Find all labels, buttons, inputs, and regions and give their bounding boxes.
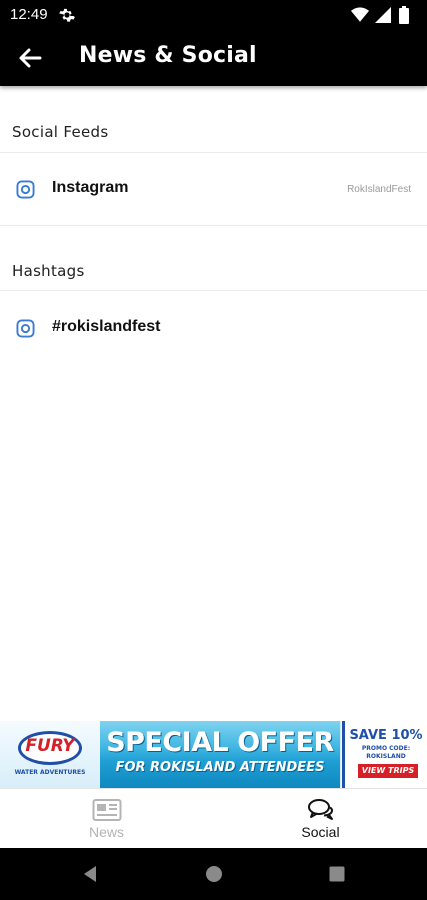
- status-time: 12:49: [10, 6, 48, 23]
- social-feed-row-instagram[interactable]: Instagram RokIslandFest: [0, 153, 427, 225]
- hashtag-row-rokislandfest[interactable]: #rokislandfest: [0, 292, 427, 364]
- tab-social[interactable]: Social: [214, 789, 427, 849]
- social-feed-handle: RokIslandFest: [347, 184, 411, 195]
- ad-headline: SPECIAL OFFER: [106, 727, 334, 758]
- social-feed-label: Instagram: [52, 179, 129, 196]
- home-circle-icon[interactable]: [204, 864, 224, 884]
- ad-brand: FURY: [25, 736, 75, 756]
- view-trips-button[interactable]: VIEW TRIPS: [358, 764, 418, 778]
- page-title: News & Social: [79, 43, 257, 68]
- chat-bubbles-icon: [308, 799, 334, 820]
- ad-offer: SAVE 10%: [349, 728, 423, 743]
- section-header-hashtags: Hashtags: [12, 262, 85, 280]
- signal-icon: [375, 7, 391, 23]
- divider: [0, 225, 427, 226]
- hashtag-label: #rokislandfest: [52, 318, 161, 335]
- bottom-nav: News Social: [0, 788, 427, 848]
- tab-news-label: News: [88, 824, 124, 840]
- wifi-icon: [351, 7, 369, 22]
- status-bar: 12:49: [0, 0, 427, 30]
- ad-brand-tagline: WATER ADVENTURES: [14, 769, 86, 776]
- instagram-icon: [16, 180, 35, 199]
- battery-icon: [399, 6, 409, 24]
- app-bar: News & Social: [0, 30, 427, 86]
- divider: [0, 290, 427, 291]
- gear-icon: [59, 8, 75, 22]
- tab-social-label: Social: [301, 824, 340, 840]
- system-nav-bar: [0, 848, 427, 900]
- back-triangle-icon[interactable]: [80, 864, 100, 884]
- ad-subline: FOR ROKISLAND ATTENDEES: [115, 760, 325, 775]
- arrow-left-icon[interactable]: [14, 44, 46, 72]
- instagram-icon: [16, 319, 35, 338]
- ad-promo-label: PROMO CODE:: [361, 745, 411, 752]
- tab-news[interactable]: News: [0, 789, 213, 849]
- recents-square-icon[interactable]: [327, 864, 347, 884]
- newspaper-icon: [92, 799, 122, 821]
- ad-banner[interactable]: FURY WATER ADVENTURES SPECIAL OFFER FOR …: [0, 721, 427, 788]
- section-header-social-feeds: Social Feeds: [12, 123, 109, 141]
- ad-promo-code: ROKISLAND: [366, 753, 406, 760]
